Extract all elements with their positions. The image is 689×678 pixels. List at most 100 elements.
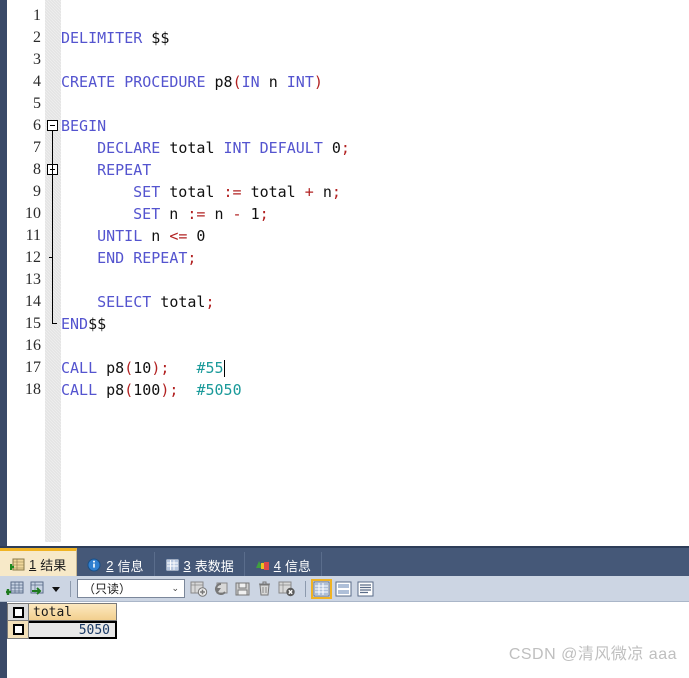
code-token-id: n: [151, 227, 170, 245]
code-line[interactable]: CALL p8(100); #5050: [61, 379, 242, 401]
toolbar-separator-1: [70, 580, 71, 597]
table-data-icon: [165, 558, 180, 572]
code-token-op: );: [151, 359, 170, 377]
code-token-kw: DELIMITER: [61, 29, 143, 47]
code-token-op: ;: [340, 139, 350, 157]
tab-2[interactable]: 2 信息: [77, 552, 155, 578]
caret-down-icon[interactable]: [50, 580, 61, 598]
line-number: 5: [33, 95, 41, 112]
code-token-kw: END: [61, 315, 89, 333]
code-token-kw: REPEAT: [97, 161, 152, 179]
text-view-icon[interactable]: [356, 580, 375, 598]
form-view-icon[interactable]: [334, 580, 353, 598]
code-token-op: <=: [169, 227, 197, 245]
tab-4[interactable]: 4 信息: [245, 552, 322, 578]
grid-export-icon[interactable]: [28, 580, 47, 598]
line-number: 16: [25, 337, 41, 354]
grid-header-row: total: [7, 603, 117, 621]
line-number: 15: [25, 315, 41, 332]
code-token-id: n: [169, 205, 188, 223]
code-line[interactable]: END$$: [61, 313, 106, 335]
save-icon[interactable]: [233, 580, 252, 598]
code-token-id: $$: [142, 29, 170, 47]
tab-label: 信息: [117, 558, 144, 574]
line-number: 14: [25, 293, 41, 310]
code-token-kw: DECLARE: [97, 139, 170, 157]
record-cancel-icon[interactable]: [277, 580, 296, 598]
code-line[interactable]: CALL p8(10); #55: [61, 357, 224, 379]
code-token-op: ;: [259, 205, 269, 223]
tab-number: 3: [183, 557, 191, 573]
code-line[interactable]: BEGIN: [61, 115, 106, 137]
code-token-id: [178, 381, 196, 399]
fold-toggle-line-6[interactable]: [47, 120, 58, 131]
grid-plus-icon[interactable]: [5, 580, 25, 598]
code-line[interactable]: DECLARE total INT DEFAULT 0;: [97, 137, 350, 159]
code-token-op: );: [160, 381, 179, 399]
code-folding-gutter[interactable]: [45, 0, 61, 542]
code-line[interactable]: CREATE PROCEDURE p8(IN n INT): [61, 71, 323, 93]
code-token-kw: END REPEAT: [97, 249, 188, 267]
code-text-area[interactable]: DELIMITER $$ CREATE PROCEDURE p8(IN n INT…: [61, 0, 689, 542]
code-token-op: :=: [187, 205, 215, 223]
record-add-icon[interactable]: [189, 580, 208, 598]
code-line[interactable]: SET n := n - 1;: [133, 203, 268, 225]
profile-info-icon: [255, 558, 270, 572]
column-header[interactable]: total: [29, 603, 117, 621]
tab-number: 1: [29, 557, 37, 572]
line-number: 2: [33, 29, 41, 46]
select-all-cell[interactable]: [7, 603, 29, 621]
grid-view-icon[interactable]: [311, 578, 332, 599]
code-line[interactable]: UNTIL n <= 0: [97, 225, 205, 247]
trash-icon[interactable]: [255, 580, 274, 598]
code-token-op: +: [304, 183, 323, 201]
code-token-id: p8: [106, 381, 125, 399]
code-line[interactable]: SET total := total + n;: [133, 181, 341, 203]
code-editor[interactable]: 1 2 3 4 5 6 7 8 9 10 11 12 13 14 15 16 17 18 DELIMITER $$…: [0, 0, 689, 542]
watermark-text: CSDN @清风微凉 aaa: [508, 646, 677, 663]
edit-mode-select[interactable]: （只读） ⌄: [77, 579, 185, 598]
code-token-id: n: [214, 205, 233, 223]
code-token-kw: IN: [241, 73, 269, 91]
grid-row[interactable]: 5050: [7, 621, 117, 639]
results-tab-bar: 1 结果 2 信息 3 表数据 4 信息: [0, 546, 689, 578]
code-token-kw: SET: [133, 205, 170, 223]
code-token-op: (: [124, 381, 134, 399]
code-token-op: ;: [187, 249, 197, 267]
tab-number: 2: [106, 557, 114, 573]
code-token-op: ;: [205, 293, 215, 311]
edit-mode-value: （只读）: [83, 582, 132, 596]
code-line[interactable]: REPEAT: [97, 159, 151, 181]
code-token-kw: SELECT: [97, 293, 161, 311]
code-token-num: 1: [250, 205, 260, 223]
result-grid[interactable]: total 5050: [7, 603, 117, 639]
text-caret: [224, 360, 226, 377]
code-token-op: (: [232, 73, 242, 91]
line-number: 8: [33, 161, 41, 178]
code-token-kw: INT DEFAULT: [223, 139, 332, 157]
code-token-kw: CALL: [61, 359, 107, 377]
refresh-icon[interactable]: [211, 580, 230, 598]
info-icon: [87, 558, 102, 572]
line-number: 18: [25, 381, 41, 398]
code-token-op: :=: [223, 183, 251, 201]
tab-number: 4: [273, 557, 281, 573]
code-token-num: 0: [331, 139, 341, 157]
line-number-gutter: 1 2 3 4 5 6 7 8 9 10 11 12 13 14 15 16 17 18: [7, 0, 45, 542]
tab-3[interactable]: 3 表数据: [155, 552, 245, 578]
line-number: 3: [33, 51, 41, 68]
line-number: 4: [33, 73, 41, 90]
code-token-id: p8: [214, 73, 233, 91]
code-token-op: ): [313, 73, 323, 91]
code-line[interactable]: END REPEAT;: [97, 247, 196, 269]
code-token-id: p8: [106, 359, 125, 377]
line-number: 12: [25, 249, 41, 266]
line-number: 6: [33, 117, 41, 134]
row-selector-cell[interactable]: [7, 621, 29, 639]
code-line[interactable]: DELIMITER $$: [61, 27, 169, 49]
code-token-num: 0: [196, 227, 206, 245]
tab-1[interactable]: 1 结果: [0, 548, 78, 578]
line-number: 13: [25, 271, 41, 288]
code-line[interactable]: SELECT total;: [97, 291, 214, 313]
grid-cell[interactable]: 5050: [29, 621, 117, 639]
